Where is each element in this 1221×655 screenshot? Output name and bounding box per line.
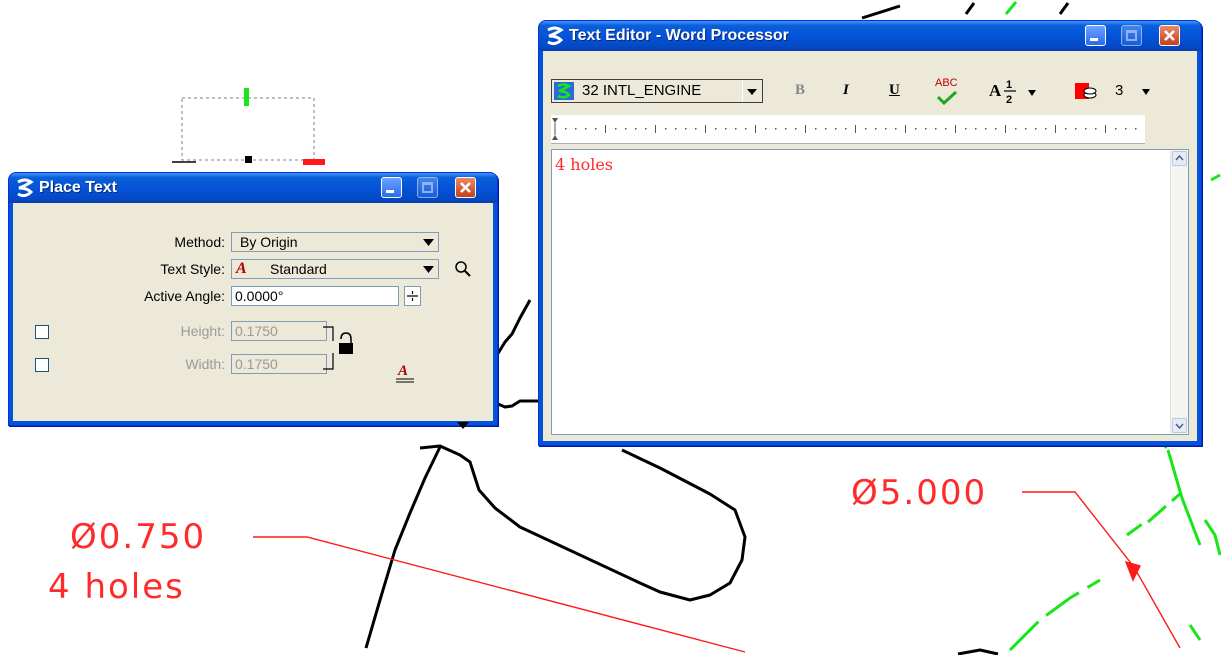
diameter-dimension-large: Ø5.000 <box>851 473 988 513</box>
spell-check-label: ABC <box>935 77 958 89</box>
selected-element-handles <box>172 88 325 165</box>
text-editor-titlebar[interactable]: Text Editor - Word Processor <box>539 21 1201 51</box>
underline-button[interactable]: U <box>889 82 900 99</box>
search-icon[interactable] <box>453 259 473 279</box>
svg-text:2: 2 <box>1006 94 1012 105</box>
angle-spinner[interactable] <box>404 286 421 306</box>
place-text-titlebar[interactable]: Place Text <box>9 173 497 203</box>
font-value: 32 INTL_ENGINE <box>582 82 702 99</box>
close-button[interactable] <box>1159 25 1180 46</box>
font-dropdown-button[interactable] <box>742 81 761 101</box>
window-title: Text Editor - Word Processor <box>569 27 789 44</box>
lock-icon[interactable] <box>323 323 353 373</box>
bold-button[interactable]: B <box>795 82 805 99</box>
scroll-down-button[interactable] <box>1172 418 1187 433</box>
diameter-dimension-small: Ø0.750 <box>70 517 207 557</box>
expand-arrow-icon[interactable] <box>455 419 471 431</box>
text-format-icon[interactable]: A <box>393 361 417 385</box>
width-input[interactable]: 0.1750 <box>231 354 327 374</box>
color-value: 3 <box>1115 82 1124 99</box>
method-value: By Origin <box>240 234 298 250</box>
spell-check-button[interactable]: ABC <box>933 77 963 107</box>
minimize-button[interactable] <box>1085 25 1106 46</box>
close-icon <box>460 182 471 193</box>
checkmark-icon <box>936 91 958 105</box>
width-label: Width: <box>185 356 225 372</box>
holes-note: 4 holes <box>48 567 185 607</box>
text-style-icon: A <box>236 260 247 277</box>
height-checkbox[interactable] <box>35 325 49 339</box>
text-editor-body: 32 INTL_ENGINE B I U ABC A 1 2 3 4 holes <box>543 51 1197 441</box>
text-editor-window: Text Editor - Word Processor 32 INTL_ENG… <box>538 20 1202 446</box>
height-input[interactable]: 0.1750 <box>231 321 327 341</box>
ruler-ticks <box>552 118 1137 140</box>
svg-text:A: A <box>397 363 408 379</box>
maximize-icon <box>422 182 433 193</box>
chevron-down-icon <box>1028 90 1036 96</box>
microstation-logo-icon <box>547 26 564 46</box>
chevron-down-icon <box>423 266 434 273</box>
maximize-button[interactable] <box>417 177 438 198</box>
color-button[interactable]: 3 <box>1073 79 1173 105</box>
close-button[interactable] <box>455 177 476 198</box>
minimize-icon <box>386 190 394 193</box>
ruler[interactable] <box>551 115 1145 144</box>
close-icon <box>1164 30 1175 41</box>
text-style-dropdown[interactable]: A Standard <box>231 259 439 279</box>
chevron-down-icon <box>423 239 434 246</box>
active-angle-input[interactable]: 0.0000° <box>231 286 399 306</box>
active-angle-label: Active Angle: <box>144 288 225 304</box>
method-label: Method: <box>174 234 225 250</box>
text-editor-area[interactable]: 4 holes <box>551 149 1189 435</box>
place-text-body: Method: By Origin Text Style: A Standard… <box>13 203 493 429</box>
fraction-icon: 1 2 <box>1004 79 1016 105</box>
maximize-button[interactable] <box>1121 25 1142 46</box>
vertical-scrollbar[interactable] <box>1170 150 1188 434</box>
dimension-leaders <box>253 491 1181 653</box>
chevron-up-icon <box>1175 154 1184 161</box>
chevron-down-icon <box>1142 89 1150 95</box>
width-checkbox[interactable] <box>35 358 49 372</box>
maximize-icon <box>1126 30 1137 41</box>
editor-content: 4 holes <box>555 155 613 174</box>
height-label: Height: <box>180 323 225 339</box>
minimize-button[interactable] <box>381 177 402 198</box>
microstation-logo-icon <box>17 178 34 198</box>
color-swatch-icon <box>1075 83 1097 99</box>
minimize-icon <box>1090 38 1098 41</box>
text-style-value: Standard <box>270 261 327 277</box>
fraction-button[interactable]: A 1 2 <box>989 77 1045 107</box>
text-style-label: Text Style: <box>160 261 225 277</box>
method-dropdown[interactable]: By Origin <box>231 232 439 252</box>
italic-button[interactable]: I <box>843 82 849 99</box>
scroll-up-button[interactable] <box>1172 151 1187 166</box>
window-title: Place Text <box>39 179 117 196</box>
font-icon <box>554 82 574 100</box>
chevron-down-icon <box>1175 423 1184 430</box>
place-text-window: Place Text Method: By Origin Text Style:… <box>8 172 498 429</box>
fraction-label: A <box>989 81 1002 100</box>
spinner-icon <box>407 291 418 301</box>
svg-text:1: 1 <box>1006 79 1012 91</box>
chevron-down-icon <box>747 89 757 95</box>
font-dropdown[interactable]: 32 INTL_ENGINE <box>551 79 763 103</box>
